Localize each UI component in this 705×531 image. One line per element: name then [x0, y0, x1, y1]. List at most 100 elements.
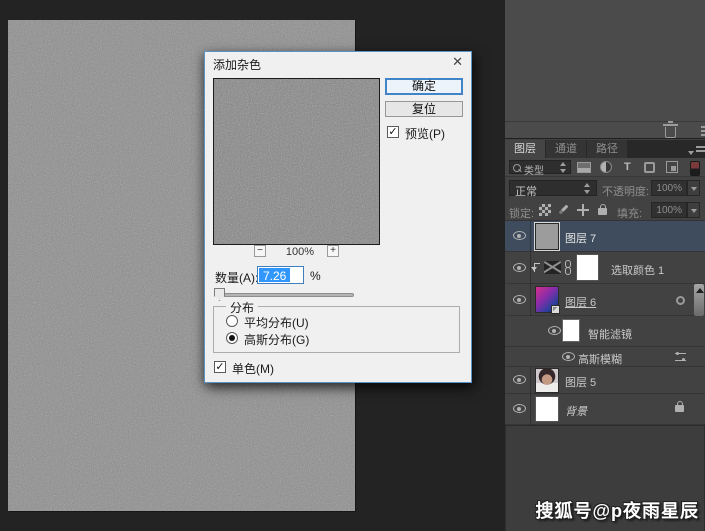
filter-smart-objects-icon[interactable] [666, 161, 678, 173]
opacity-label: 不透明度: [602, 183, 649, 199]
monochromatic-checkbox[interactable] [214, 361, 226, 373]
ok-button[interactable]: 确定 [385, 78, 463, 95]
visibility-eye-icon[interactable] [513, 295, 526, 304]
search-icon [513, 164, 521, 172]
panel-flyout-menu-icon[interactable] [688, 146, 705, 158]
mask-link-icon[interactable] [564, 260, 573, 275]
filter-pixel-layers-icon[interactable] [577, 162, 591, 173]
layer-thumbnail[interactable] [535, 223, 559, 250]
fill-label: 填充: [617, 205, 642, 221]
lock-all-icon[interactable] [598, 208, 607, 215]
divider [530, 284, 531, 316]
amount-unit: % [310, 269, 321, 283]
clipping-mask-arrow-icon [534, 263, 543, 272]
zoom-in-button[interactable]: + [327, 245, 339, 257]
layer-thumbnail[interactable] [535, 396, 559, 422]
filter-blending-options-icon[interactable] [675, 353, 686, 361]
layer-name[interactable]: 图层 6 [565, 294, 596, 310]
layer-row-layer5[interactable]: 图层 5 [505, 367, 705, 394]
reset-button[interactable]: 复位 [385, 101, 463, 117]
zoom-out-button[interactable]: − [254, 245, 266, 257]
layer-name[interactable]: 背景 [565, 403, 587, 419]
fill-value[interactable]: 100% [651, 202, 687, 218]
filter-shape-layers-icon[interactable] [644, 162, 655, 173]
layer-name[interactable]: 图层 7 [565, 230, 596, 246]
tab-paths[interactable]: 路径 [587, 140, 627, 158]
layer-row-background[interactable]: 背景 [505, 394, 705, 425]
divider [505, 121, 705, 122]
lock-label: 锁定: [509, 205, 534, 221]
smart-object-badge-icon [551, 305, 560, 314]
smart-filter-mask-thumbnail[interactable] [562, 319, 580, 342]
smart-object-thumbnail[interactable] [535, 286, 559, 313]
preview-noise-image [214, 79, 379, 244]
layer-row-layer6[interactable]: 图层 6 [505, 284, 705, 316]
visibility-eye-icon[interactable] [513, 263, 526, 272]
gaussian-radio-label[interactable]: 高斯分布(G) [244, 331, 309, 348]
layer-row-layer7[interactable]: 图层 7 [505, 221, 705, 252]
layer-name[interactable]: 高斯模糊 [578, 351, 622, 367]
dialog-title: 添加杂色 [213, 56, 261, 73]
layer-name[interactable]: 选取颜色 1 [611, 262, 664, 278]
watermark: 搜狐号@p夜雨星辰 [535, 497, 699, 523]
lock-transparency-icon[interactable] [539, 204, 551, 216]
amount-value: 7.26 [259, 268, 290, 282]
filter-type-layers-icon[interactable]: T [624, 161, 631, 173]
visibility-eye-icon[interactable] [562, 352, 575, 361]
panel-menu-icon[interactable] [701, 126, 705, 136]
monochromatic-label: 单色(M) [232, 360, 274, 377]
opacity-value[interactable]: 100% [651, 180, 687, 196]
lock-row: 锁定: 填充: 100% [505, 199, 705, 221]
tab-channels[interactable]: 通道 [546, 140, 586, 158]
blend-mode-value: 正常 [515, 183, 537, 199]
lock-position-icon[interactable] [577, 204, 589, 216]
visibility-eye-icon[interactable] [513, 231, 526, 240]
zoom-level: 100% [277, 246, 323, 258]
lock-pixels-icon[interactable] [559, 205, 569, 215]
filter-kind-label: 类型 [524, 162, 544, 177]
blend-mode-row: 正常 不透明度: 100% [505, 177, 705, 199]
opacity-dropdown-icon[interactable] [687, 180, 700, 196]
panel-tab-bar: 图层 通道 路径 [505, 140, 705, 158]
smart-filters-collapse-icon[interactable] [696, 288, 704, 293]
filter-kind-dropdown[interactable]: 类型 [509, 160, 571, 174]
upper-panel [505, 0, 705, 139]
add-noise-dialog: 添加杂色 ✕ − 100% + 数量(A): 7.26 % 分布 平均分布(U)… [204, 51, 472, 383]
layers-panel: 图层 通道 路径 类型 T 正常 不透明度: 100% [505, 0, 705, 531]
visibility-eye-icon[interactable] [548, 326, 561, 335]
amount-label: 数量(A): [215, 269, 258, 286]
divider [530, 221, 531, 252]
distribution-group: 分布 平均分布(U) 高斯分布(G) [213, 306, 460, 353]
filtering-toggle-switch[interactable] [690, 161, 700, 176]
fill-dropdown-icon[interactable] [687, 202, 700, 218]
visibility-eye-icon[interactable] [513, 375, 526, 384]
layer-row-selective-color[interactable]: 选取颜色 1 [505, 252, 705, 284]
layer-row-smart-filters[interactable]: 智能滤镜 [505, 316, 705, 347]
layer-thumbnail[interactable] [535, 368, 559, 393]
preview-checkbox[interactable] [387, 126, 399, 138]
layer-row-gaussian-blur[interactable]: 高斯模糊 [505, 347, 705, 367]
amount-input[interactable]: 7.26 [257, 266, 304, 284]
trash-icon[interactable] [665, 127, 676, 138]
adjustment-layer-icon[interactable] [544, 261, 561, 274]
tab-layers[interactable]: 图层 [505, 140, 545, 158]
filter-adjustment-layers-icon[interactable] [600, 161, 612, 173]
amount-slider-track[interactable] [214, 293, 354, 297]
uniform-radio[interactable] [226, 315, 238, 327]
gaussian-radio[interactable] [226, 332, 238, 344]
close-icon[interactable]: ✕ [452, 55, 463, 69]
layer-name[interactable]: 图层 5 [565, 374, 596, 390]
photoshop-window: 添加杂色 ✕ − 100% + 数量(A): 7.26 % 分布 平均分布(U)… [0, 0, 705, 531]
noise-preview[interactable] [213, 78, 380, 245]
visibility-eye-icon[interactable] [513, 404, 526, 413]
amount-slider-thumb[interactable] [214, 288, 225, 301]
preview-checkbox-label: 预览(P) [405, 125, 445, 142]
layer-name[interactable]: 智能滤镜 [588, 326, 632, 342]
divider [530, 367, 531, 394]
uniform-radio-label[interactable]: 平均分布(U) [244, 314, 309, 331]
layer-filter-bar: 类型 T [505, 158, 705, 177]
smart-filter-indicator-icon[interactable] [676, 296, 685, 305]
layer-mask-thumbnail[interactable] [576, 254, 599, 281]
blend-mode-dropdown[interactable]: 正常 [509, 180, 597, 196]
background-lock-icon [675, 405, 684, 412]
